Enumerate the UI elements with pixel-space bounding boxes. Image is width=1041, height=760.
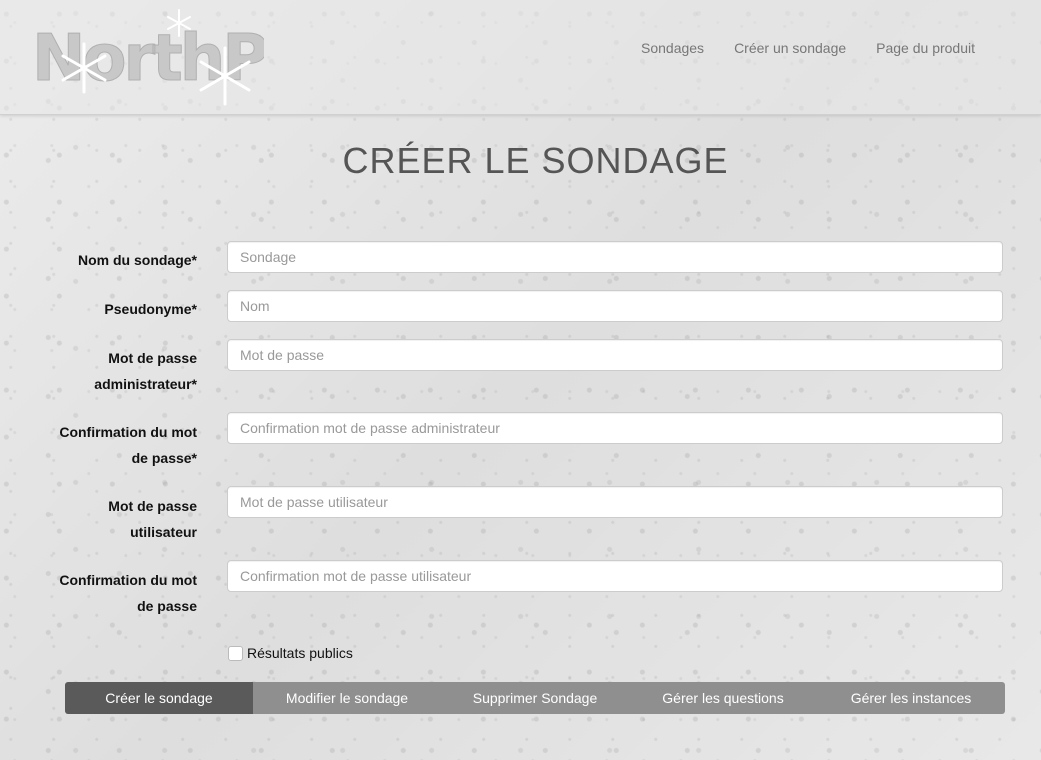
user-password-input[interactable] <box>227 486 1003 518</box>
action-button-group: Créer le sondage Modifier le sondage Sup… <box>65 682 1005 714</box>
user-password-label: Mot de passe utilisateur <box>108 498 197 540</box>
admin-password-input[interactable] <box>227 339 1003 371</box>
create-poll-button[interactable]: Créer le sondage <box>65 682 253 714</box>
public-results-option[interactable]: Résultats publics <box>228 645 353 661</box>
public-results-checkbox[interactable] <box>228 645 243 661</box>
main-nav: Sondages Créer un sondage Page du produi… <box>641 40 975 56</box>
admin-password-label: Mot de passe administrateur* <box>94 350 197 392</box>
poll-name-label: Nom du sondage* <box>77 252 197 268</box>
pseudonym-label: Pseudonyme* <box>104 301 197 317</box>
nav-sondages[interactable]: Sondages <box>641 40 704 56</box>
user-password-confirm-input[interactable] <box>227 560 1003 592</box>
header: NorthPoll Sondages Créer un sondage Page… <box>0 0 1041 115</box>
logo[interactable]: NorthPoll <box>32 8 349 108</box>
edit-poll-button[interactable]: Modifier le sondage <box>253 682 441 714</box>
page-title: CRÉER LE SONDAGE <box>342 140 729 181</box>
admin-password-confirm-label: Confirmation du mot de passe* <box>59 424 197 466</box>
delete-poll-button[interactable]: Supprimer Sondage <box>441 682 629 714</box>
pseudonym-input[interactable] <box>227 290 1003 322</box>
poll-name-input[interactable] <box>227 241 1003 273</box>
manage-instances-button[interactable]: Gérer les instances <box>817 682 1005 714</box>
manage-questions-button[interactable]: Gérer les questions <box>629 682 817 714</box>
nav-page-produit[interactable]: Page du produit <box>876 40 975 56</box>
logo-image: NorthPoll <box>32 9 349 106</box>
public-results-label: Résultats publics <box>247 645 353 661</box>
user-password-confirm-label: Confirmation du mot de passe <box>59 572 197 614</box>
admin-password-confirm-input[interactable] <box>227 412 1003 444</box>
nav-creer-sondage[interactable]: Créer un sondage <box>734 40 846 56</box>
